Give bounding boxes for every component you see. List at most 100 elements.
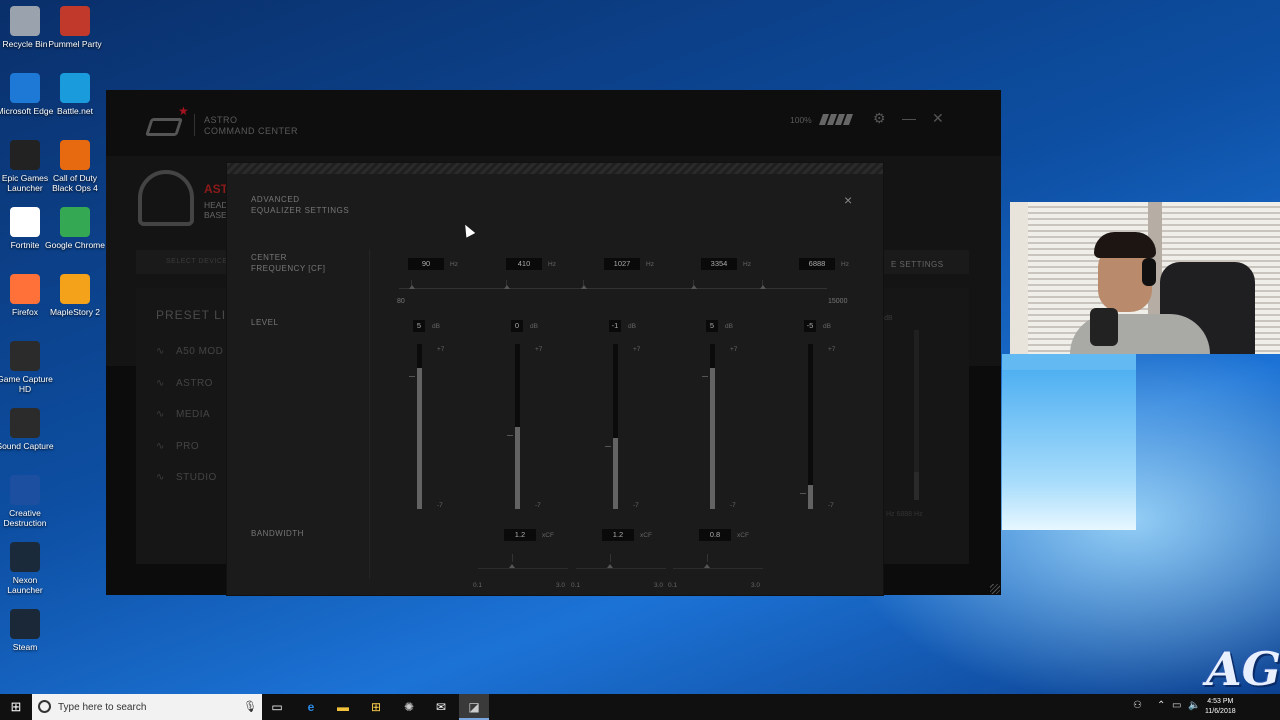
- tab-select-device[interactable]: SELECT DEVICE: [166, 258, 228, 265]
- bandwidth-input[interactable]: 1.2: [602, 529, 634, 541]
- cod-icon: [60, 140, 90, 170]
- level-slider-fill: [417, 367, 422, 509]
- frequency-unit: Hz: [646, 261, 654, 268]
- creative-destruction-icon: [10, 475, 40, 505]
- tab-settings[interactable]: E SETTINGS: [891, 260, 944, 269]
- people-icon[interactable]: ⚇: [1133, 700, 1142, 711]
- level-scale-min: -7: [633, 502, 639, 509]
- star-icon: ★: [178, 104, 189, 118]
- microphone-icon[interactable]: 🎙: [243, 700, 257, 713]
- mail-icon[interactable]: ✉: [432, 698, 450, 716]
- ghost-freq-readout: Hz 6888 Hz: [886, 511, 923, 518]
- resize-grip[interactable]: [990, 584, 1000, 594]
- firefox-icon: [10, 274, 40, 304]
- dialog-title: ADVANCED EQUALIZER SETTINGS: [251, 194, 349, 216]
- level-slider-handle[interactable]: [800, 493, 806, 495]
- level-slider-handle[interactable]: [605, 446, 611, 448]
- battery-percent: 100%: [790, 115, 812, 125]
- level-slider-handle[interactable]: [409, 375, 415, 377]
- taskbar-clock[interactable]: 4:53 PM 11/6/2018: [1205, 697, 1236, 717]
- desktop-icon-label: Steam: [12, 642, 38, 652]
- task-view-icon[interactable]: ▭: [268, 698, 286, 716]
- desktop-icon-battlenet[interactable]: Battle.net: [44, 73, 106, 116]
- desktop-icon-steam[interactable]: Steam: [0, 609, 56, 652]
- frequency-slider-handle[interactable]: [409, 285, 415, 289]
- center-frequency-input[interactable]: 1027: [604, 258, 640, 270]
- level-input[interactable]: 5: [706, 320, 718, 332]
- level-slider-handle[interactable]: [702, 375, 708, 377]
- close-icon[interactable]: ×: [844, 192, 852, 208]
- level-unit: dB: [823, 323, 831, 330]
- wallpaper-light-beam: [1002, 354, 1136, 370]
- desktop-icon-sound-capture[interactable]: Sound Capture: [0, 408, 56, 451]
- desktop-icon-chrome[interactable]: Google Chrome: [44, 207, 106, 250]
- eq-curve-icon: ∿: [156, 440, 165, 452]
- preset-item[interactable]: ∿ MEDIA: [156, 409, 210, 420]
- frequency-slider-handle[interactable]: [581, 285, 587, 289]
- nexon-icon: [10, 542, 40, 572]
- level-slider-fill: [808, 485, 813, 509]
- level-input[interactable]: -5: [804, 320, 816, 332]
- preset-item[interactable]: ∿ STUDIO: [156, 472, 217, 483]
- eq-curve-icon: ∿: [156, 377, 165, 389]
- minimize-button[interactable]: —: [902, 110, 916, 126]
- frequency-slider-handle[interactable]: [760, 285, 766, 289]
- center-frequency-input[interactable]: 410: [506, 258, 542, 270]
- file-explorer-icon[interactable]: ▬: [334, 698, 352, 716]
- center-frequency-input[interactable]: 90: [408, 258, 444, 270]
- preset-item-label: MEDIA: [176, 409, 211, 420]
- edge-icon[interactable]: e: [302, 698, 320, 716]
- level-scale-min: -7: [730, 502, 736, 509]
- level-slider-handle[interactable]: [507, 434, 513, 436]
- astro-app-icon[interactable]: ◪: [465, 698, 483, 716]
- volume-icon[interactable]: 🔈: [1188, 700, 1200, 711]
- level-slider-track[interactable]: [808, 344, 813, 509]
- bandwidth-unit: xCF: [640, 532, 652, 539]
- desktop-icon-cod[interactable]: Call of Duty Black Ops 4: [44, 140, 106, 193]
- bandwidth-input[interactable]: 1.2: [504, 529, 536, 541]
- preset-library-title: PRESET LIB: [156, 308, 236, 322]
- frequency-slider-handle[interactable]: [691, 285, 697, 289]
- level-input[interactable]: 5: [413, 320, 425, 332]
- epic-games-icon: [10, 140, 40, 170]
- bandwidth-tick: [707, 554, 708, 562]
- desktop-icon-maplestory[interactable]: MapleStory 2: [44, 274, 106, 317]
- close-window-button[interactable]: ✕: [932, 110, 944, 127]
- bandwidth-track: [576, 568, 666, 569]
- center-frequency-input[interactable]: 6888: [799, 258, 835, 270]
- level-input[interactable]: 0: [511, 320, 523, 332]
- settings-app-icon[interactable]: ✺: [400, 698, 418, 716]
- preset-item-label: STUDIO: [176, 472, 217, 483]
- level-unit: dB: [530, 323, 538, 330]
- preset-item[interactable]: ∿ PRO: [156, 441, 199, 452]
- dialog-title-line2: EQUALIZER SETTINGS: [251, 206, 350, 215]
- bandwidth-tick: [610, 554, 611, 562]
- dialog-header-stripes: [227, 163, 883, 174]
- bandwidth-scale-min: 0.1: [473, 582, 483, 589]
- chevron-up-icon[interactable]: ⌃: [1157, 700, 1165, 711]
- taskbar-search[interactable]: Type here to search 🎙: [32, 694, 262, 720]
- network-icon[interactable]: ▭: [1172, 700, 1181, 711]
- frequency-slider-handle[interactable]: [504, 285, 510, 289]
- bandwidth-slider-handle[interactable]: [607, 564, 613, 568]
- desktop-icon-pummel-party[interactable]: Pummel Party: [44, 6, 106, 49]
- level-slider-fill: [515, 426, 520, 509]
- gear-icon[interactable]: ⚙: [873, 110, 886, 127]
- level-slider-fill: [710, 367, 715, 509]
- headset-icon: [138, 170, 194, 226]
- preset-item[interactable]: ∿ ASTRO: [156, 378, 213, 389]
- recycle-bin-icon: [10, 6, 40, 36]
- microphone: [1090, 308, 1118, 346]
- level-input[interactable]: -1: [609, 320, 621, 332]
- bandwidth-slider-handle[interactable]: [704, 564, 710, 568]
- desktop-icon-game-capture[interactable]: Game Capture HD: [0, 341, 56, 394]
- center-frequency-input[interactable]: 3354: [701, 258, 737, 270]
- bandwidth-input[interactable]: 0.8: [699, 529, 731, 541]
- desktop-icon-creative-destruction[interactable]: Creative Destruction: [0, 475, 56, 528]
- bandwidth-scale-min: 0.1: [571, 582, 581, 589]
- store-icon[interactable]: ⊞: [367, 698, 385, 716]
- windows-start-icon[interactable]: ⊞: [0, 694, 32, 720]
- preset-item[interactable]: ∿ A50 MOD: [156, 346, 223, 357]
- bandwidth-slider-handle[interactable]: [509, 564, 515, 568]
- desktop-icon-nexon[interactable]: Nexon Launcher: [0, 542, 56, 595]
